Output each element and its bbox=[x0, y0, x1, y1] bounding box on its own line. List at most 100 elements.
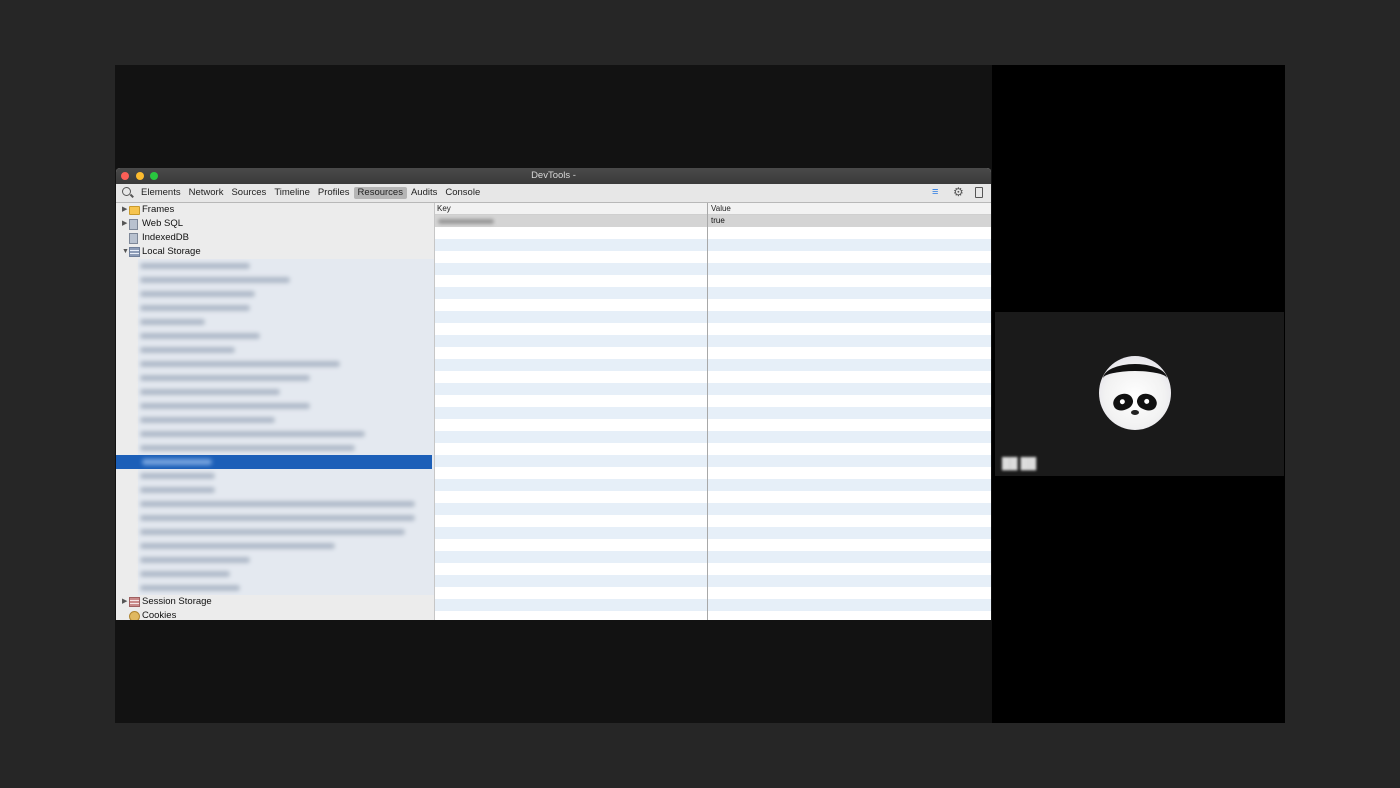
origin-label-blurred bbox=[140, 277, 290, 283]
row-value: true bbox=[711, 216, 725, 225]
origin-label-blurred bbox=[140, 333, 260, 339]
table-row[interactable]: true bbox=[435, 215, 991, 227]
panda-avatar-icon bbox=[1099, 356, 1171, 430]
tab-profiles[interactable]: Profiles bbox=[314, 187, 354, 199]
local-storage-origin-item[interactable] bbox=[138, 357, 428, 371]
origin-label-blurred bbox=[142, 459, 212, 465]
sidebar-item-cookies[interactable]: Cookies bbox=[116, 609, 434, 620]
origin-label-blurred bbox=[140, 389, 280, 395]
origin-label-blurred bbox=[140, 305, 250, 311]
local-storage-origin-item[interactable] bbox=[138, 315, 428, 329]
origin-label-blurred bbox=[140, 403, 310, 409]
origin-label-blurred bbox=[140, 557, 250, 563]
local-storage-origin-item[interactable] bbox=[138, 469, 428, 483]
origin-label-blurred bbox=[140, 291, 255, 297]
tab-console[interactable]: Console bbox=[441, 187, 484, 199]
title-bar: DevTools - bbox=[116, 168, 991, 184]
sidebar-item-label: Web SQL bbox=[142, 218, 184, 229]
local-storage-origin-item[interactable] bbox=[138, 497, 428, 511]
tab-network[interactable]: Network bbox=[185, 187, 228, 199]
local-storage-origin-item[interactable] bbox=[138, 441, 428, 455]
origin-label-blurred bbox=[140, 585, 240, 591]
window-title: DevTools - bbox=[531, 170, 576, 181]
devtools-window: DevTools - Elements Network Sources Time… bbox=[116, 168, 991, 620]
sidebar-item-label: Frames bbox=[142, 204, 175, 215]
tab-sources[interactable]: Sources bbox=[227, 187, 270, 199]
grid-empty-rows bbox=[435, 227, 991, 620]
storage-grid-icon bbox=[129, 597, 140, 607]
origin-label-blurred bbox=[140, 347, 235, 353]
local-storage-origin-item[interactable] bbox=[138, 385, 428, 399]
origin-label-blurred bbox=[140, 543, 335, 549]
local-storage-origin-item[interactable] bbox=[138, 567, 428, 581]
origin-label-blurred bbox=[140, 487, 215, 493]
expand-arrow-icon[interactable]: ▶ bbox=[122, 203, 127, 217]
devtools-toolbar: Elements Network Sources Timeline Profil… bbox=[116, 184, 991, 203]
local-storage-origin-item[interactable] bbox=[138, 553, 428, 567]
participant-tile[interactable]: ██ ██ bbox=[995, 312, 1284, 476]
origin-label-blurred bbox=[140, 445, 355, 451]
origin-label-blurred bbox=[140, 571, 230, 577]
search-icon[interactable] bbox=[122, 187, 131, 196]
column-divider[interactable] bbox=[707, 203, 708, 620]
storage-data-grid: Key Value true bbox=[435, 203, 991, 620]
gear-icon[interactable]: ⚙ bbox=[953, 186, 964, 198]
sidebar-item-label: Cookies bbox=[142, 610, 177, 620]
storage-grid-icon bbox=[129, 247, 140, 257]
origin-label-blurred bbox=[140, 417, 275, 423]
collapse-arrow-icon[interactable]: ▼ bbox=[122, 245, 129, 259]
expand-arrow-icon[interactable]: ▶ bbox=[122, 217, 127, 231]
tab-resources[interactable]: Resources bbox=[353, 187, 407, 199]
local-storage-origin-item[interactable] bbox=[138, 343, 428, 357]
origin-label-blurred bbox=[140, 319, 205, 325]
local-storage-origin-item[interactable] bbox=[138, 581, 428, 595]
grid-header: Key Value bbox=[435, 203, 991, 215]
origin-label-blurred bbox=[140, 473, 215, 479]
expand-arrow-icon[interactable]: ▶ bbox=[122, 595, 127, 609]
database-icon bbox=[129, 219, 138, 230]
local-storage-origin-item[interactable] bbox=[138, 371, 428, 385]
local-storage-origin-item[interactable] bbox=[138, 273, 428, 287]
local-storage-origin-item[interactable] bbox=[138, 525, 428, 539]
sidebar-item-label: Session Storage bbox=[142, 596, 212, 607]
local-storage-origin-item[interactable] bbox=[138, 287, 428, 301]
sidebar-item-frames[interactable]: ▶ Frames bbox=[116, 203, 434, 217]
local-storage-origin-item[interactable] bbox=[138, 483, 428, 497]
local-storage-origin-item[interactable] bbox=[138, 301, 428, 315]
dock-icon[interactable] bbox=[975, 187, 983, 198]
database-icon bbox=[129, 233, 138, 244]
local-storage-origin-item[interactable] bbox=[138, 511, 428, 525]
origin-label-blurred bbox=[140, 515, 415, 521]
local-storage-origin-item[interactable] bbox=[116, 455, 432, 469]
local-storage-children bbox=[116, 259, 434, 595]
tab-elements[interactable]: Elements bbox=[137, 187, 185, 199]
local-storage-origin-item[interactable] bbox=[138, 539, 428, 553]
tab-timeline[interactable]: Timeline bbox=[270, 187, 314, 199]
participant-name-blurred: ██ ██ bbox=[1002, 458, 1037, 470]
origin-label-blurred bbox=[140, 431, 365, 437]
origin-label-blurred bbox=[140, 375, 310, 381]
console-drawer-icon[interactable]: ≡ bbox=[932, 187, 938, 198]
sidebar-item-label: IndexedDB bbox=[142, 232, 190, 243]
local-storage-origin-item[interactable] bbox=[138, 399, 428, 413]
origin-label-blurred bbox=[140, 529, 405, 535]
cookie-icon bbox=[129, 611, 140, 620]
local-storage-origin-item[interactable] bbox=[138, 413, 428, 427]
local-storage-origin-item[interactable] bbox=[138, 329, 428, 343]
sidebar-item-local-storage[interactable]: ▼ Local Storage bbox=[116, 245, 434, 259]
tab-audits[interactable]: Audits bbox=[407, 187, 441, 199]
column-header-key[interactable]: Key bbox=[437, 203, 451, 214]
local-storage-origin-item[interactable] bbox=[138, 427, 428, 441]
sidebar-item-label: Local Storage bbox=[142, 246, 201, 257]
row-key-blurred bbox=[438, 219, 494, 224]
sidebar-item-session-storage[interactable]: ▶ Session Storage bbox=[116, 595, 434, 609]
sidebar-item-web-sql[interactable]: ▶ Web SQL bbox=[116, 217, 434, 231]
sidebar-item-indexeddb[interactable]: IndexedDB bbox=[116, 231, 434, 245]
folder-icon bbox=[129, 206, 140, 215]
origin-label-blurred bbox=[140, 501, 415, 507]
origin-label-blurred bbox=[140, 263, 250, 269]
column-header-value[interactable]: Value bbox=[711, 203, 731, 214]
panel-tabs: Elements Network Sources Timeline Profil… bbox=[137, 187, 484, 199]
resources-sidebar: ▶ Frames ▶ Web SQL IndexedDB ▼ Local Sto… bbox=[116, 203, 435, 620]
local-storage-origin-item[interactable] bbox=[138, 259, 428, 273]
